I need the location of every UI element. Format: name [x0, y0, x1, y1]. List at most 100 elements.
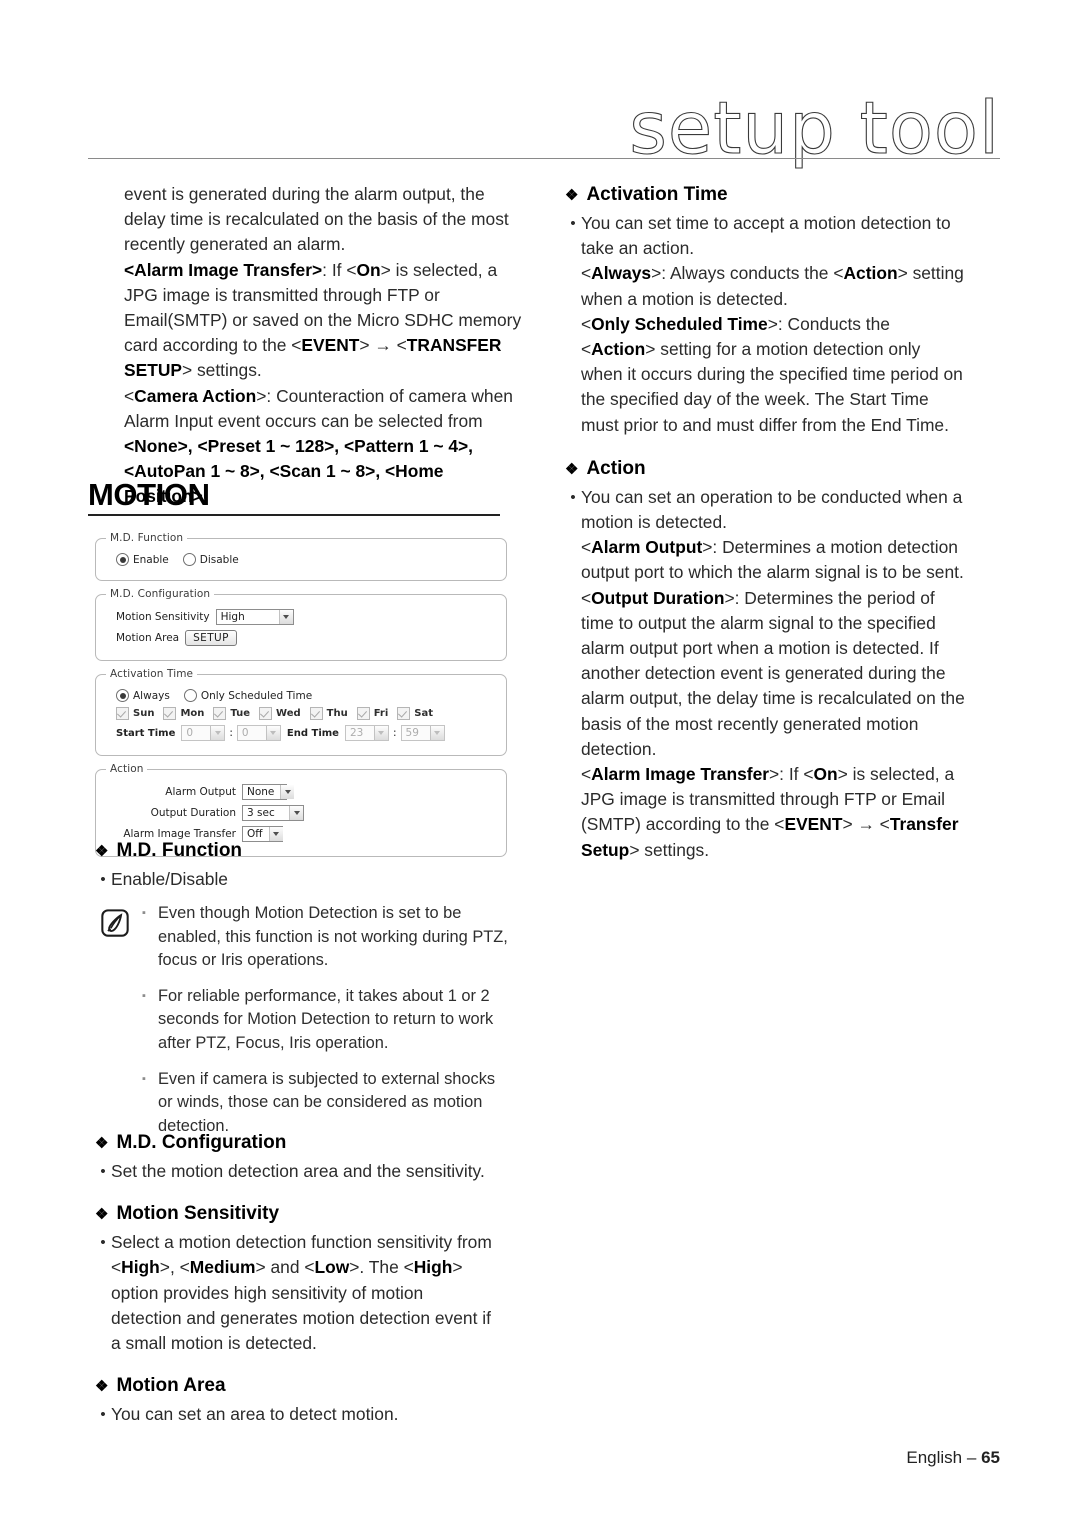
weekday-checkbox-group[interactable]: Sun Mon Tue Wed Thu Fri Sat — [106, 707, 496, 720]
checkbox-thu[interactable] — [309, 707, 323, 720]
note-square-icon: ▪ — [142, 907, 146, 919]
end-time-separator: : — [392, 727, 397, 739]
heading-action: ❖ Action — [565, 456, 965, 483]
start-hour-select[interactable]: 0 — [181, 725, 226, 741]
diamond-marker-icon: ❖ — [95, 1378, 109, 1396]
note-block: ▪ Even though Motion Detection is set to… — [100, 902, 510, 1150]
note-item-text: For reliable performance, it takes about… — [158, 986, 494, 1052]
end-hour-value: 23 — [349, 727, 364, 739]
bullet-text: Set the motion detection area and the se… — [111, 1161, 485, 1181]
checkbox-tue[interactable] — [213, 707, 227, 720]
alarm-output-select[interactable]: None — [242, 784, 295, 800]
start-time-separator: : — [229, 727, 233, 739]
page-footer: English – 65 — [906, 1448, 1000, 1468]
panel-action-legend: Action — [110, 763, 144, 775]
bullet-dot-icon: • — [100, 1234, 106, 1252]
motion-area-label: Motion Area — [116, 632, 180, 644]
block-md-function: ❖ M.D. Function • Enable/Disable — [95, 838, 495, 892]
motion-area-setup-button[interactable]: SETUP — [185, 630, 237, 646]
radio-always-label[interactable]: Always — [133, 690, 170, 702]
checkbox-wed[interactable] — [259, 707, 273, 720]
bullet-motion-sensitivity: • Select a motion detection function sen… — [95, 1230, 495, 1356]
checkbox-tue-label[interactable]: Tue — [230, 708, 250, 719]
bullet-text: You can set an area to detect motion. — [111, 1404, 399, 1425]
footer-page-number: 65 — [981, 1448, 1000, 1467]
heading-label: Activation Time — [586, 184, 728, 205]
checkbox-sat[interactable] — [397, 707, 411, 720]
radio-always[interactable] — [116, 689, 129, 702]
row-time-range: Start Time 0 : 0 End Time 23 : 59 — [106, 725, 496, 741]
panel-md-configuration: M.D. Configuration Motion Sensitivity Hi… — [95, 588, 507, 661]
heading-md-configuration: ❖ M.D. Configuration — [95, 1130, 495, 1157]
bullet-text: Enable/Disable — [111, 869, 228, 889]
start-minute-select[interactable]: 0 — [236, 725, 281, 741]
motion-sensitivity-select[interactable]: High — [215, 609, 294, 625]
radio-enable[interactable] — [116, 553, 129, 566]
radio-only-scheduled-time-label[interactable]: Only Scheduled Time — [201, 690, 312, 702]
heading-label: Motion Sensitivity — [116, 1203, 280, 1225]
end-time-label: End Time — [286, 727, 339, 739]
row-alarm-output: Alarm Output None — [106, 784, 496, 800]
checkbox-fri-label[interactable]: Fri — [374, 708, 389, 719]
checkbox-fri[interactable] — [356, 707, 370, 720]
note-item: ▪ Even though Motion Detection is set to… — [142, 902, 510, 973]
end-minute-value: 59 — [405, 727, 419, 739]
motion-sensitivity-label: Motion Sensitivity — [116, 611, 210, 623]
footer-language: English — [906, 1448, 963, 1467]
checkbox-mon[interactable] — [163, 707, 177, 720]
radio-disable-label[interactable]: Disable — [200, 554, 239, 566]
bullet-dot-icon: • — [100, 1163, 106, 1180]
chevron-down-icon[interactable] — [373, 726, 388, 740]
chevron-down-icon[interactable] — [278, 610, 293, 624]
motion-setup-dialog[interactable]: M.D. Function Enable Disable M.D. Config… — [95, 532, 507, 864]
checkbox-wed-label[interactable]: Wed — [276, 708, 301, 719]
output-duration-select[interactable]: 3 sec — [242, 805, 304, 821]
note-item-text: Even if camera is subjected to external … — [158, 1069, 496, 1135]
checkbox-sat-label[interactable]: Sat — [414, 708, 433, 719]
checkbox-sun[interactable] — [116, 707, 129, 720]
checkbox-mon-label[interactable]: Mon — [180, 708, 204, 719]
page-header-title: setup tool — [629, 86, 1000, 170]
heading-motion-area: ❖ Motion Area — [95, 1373, 495, 1400]
heading-label: Motion Area — [116, 1375, 226, 1397]
alarm-output-value: None — [247, 786, 275, 798]
chevron-down-icon[interactable] — [210, 726, 225, 740]
section-title-divider — [88, 514, 500, 516]
start-minute-value: 0 — [241, 727, 249, 739]
bullet-motion-area: • You can set an area to detect motion. — [95, 1402, 495, 1427]
end-minute-select[interactable]: 59 — [400, 725, 445, 741]
radio-enable-label[interactable]: Enable — [133, 554, 169, 566]
block-md-configuration: ❖ M.D. Configuration • Set the motion de… — [95, 1130, 495, 1427]
diamond-marker-icon: ❖ — [95, 1135, 109, 1152]
output-duration-label: Output Duration — [150, 807, 236, 819]
bullet-text: You can set time to accept a motion dete… — [581, 213, 964, 435]
row-motion-sensitivity: Motion Sensitivity High — [106, 609, 496, 625]
note-square-icon: ▪ — [142, 989, 146, 1002]
page-header: setup tool — [0, 0, 1080, 175]
chevron-down-icon[interactable] — [429, 726, 444, 740]
radio-disable[interactable] — [182, 553, 196, 566]
heading-md-function: ❖ M.D. Function — [95, 838, 495, 865]
output-duration-value: 3 sec — [247, 807, 275, 819]
activation-time-radio-group[interactable]: Always Only Scheduled Time — [106, 689, 496, 702]
checkbox-thu-label[interactable]: Thu — [327, 708, 348, 719]
chevron-down-icon[interactable] — [265, 726, 280, 740]
panel-md-function-legend: M.D. Function — [110, 532, 184, 544]
left-column-intro: event is generated during the alarm outp… — [124, 182, 524, 510]
diamond-marker-icon: ❖ — [565, 187, 579, 204]
heading-label: M.D. Function — [116, 840, 243, 861]
end-hour-select[interactable]: 23 — [344, 725, 389, 741]
radio-only-scheduled-time[interactable] — [183, 689, 197, 702]
chevron-down-icon[interactable] — [280, 785, 295, 799]
diamond-marker-icon: ❖ — [95, 843, 109, 860]
footer-dash: – — [966, 1448, 977, 1467]
checkbox-sun-label[interactable]: Sun — [133, 708, 154, 719]
row-output-duration: Output Duration 3 sec — [106, 805, 496, 821]
note-items: ▪ Even though Motion Detection is set to… — [142, 902, 510, 1150]
right-column: ❖ Activation Time • You can set time to … — [565, 182, 965, 863]
md-function-radio-group[interactable]: Enable Disable — [106, 553, 496, 566]
bullet-activation-time: • You can set time to accept a motion de… — [565, 211, 965, 438]
start-hour-value: 0 — [186, 727, 194, 739]
chevron-down-icon[interactable] — [289, 806, 303, 820]
note-item: ▪ Even if camera is subjected to externa… — [142, 1068, 510, 1139]
